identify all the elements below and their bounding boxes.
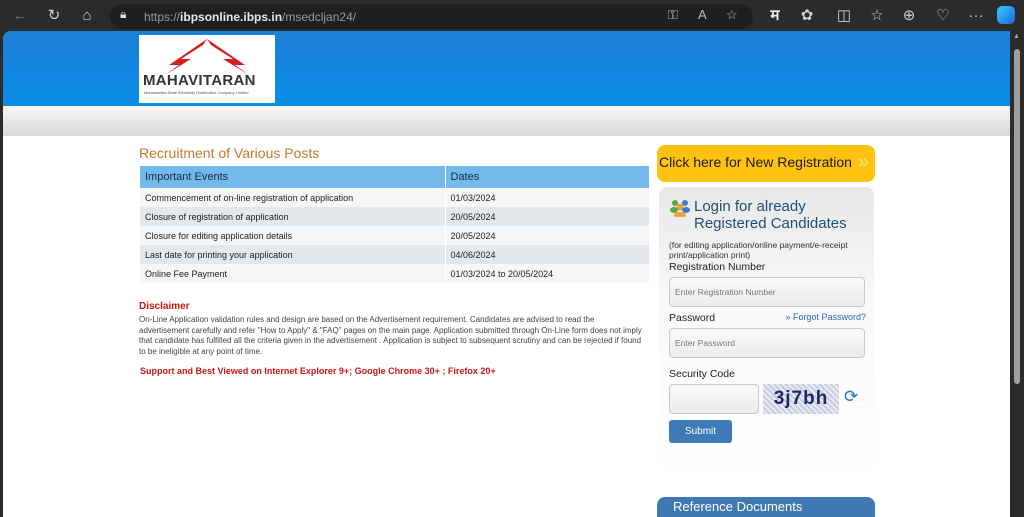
browser-toolbar: ← ↻ ⌂ 🔒︎ https://ibpsonline.ibps.in/msed… <box>0 0 1024 32</box>
date-cell: 04/06/2024 <box>445 245 650 264</box>
password-input[interactable]: Enter Password <box>669 328 865 358</box>
browser-essentials-icon[interactable]: ♡ <box>933 6 953 26</box>
page-title: Recruitment of Various Posts <box>139 145 320 161</box>
login-title: Login for already Registered Candidates <box>694 198 847 232</box>
extensions-icon[interactable]: ✿ <box>797 6 817 26</box>
chevron-right-icon: » <box>857 151 869 173</box>
table-row: Closure for editing application details 2… <box>140 226 650 245</box>
lightning-logo-icon <box>165 39 249 75</box>
date-cell: 01/03/2024 to 20/05/2024 <box>445 264 650 283</box>
event-cell: Last date for printing your application <box>140 245 446 264</box>
event-cell: Online Fee Payment <box>140 264 446 283</box>
column-header-dates: Dates <box>445 166 650 188</box>
users-icon <box>670 200 690 217</box>
logo-name: MAHAVITARAN <box>143 72 256 89</box>
registration-number-label: Registration Number <box>669 261 766 273</box>
favorites-list-icon[interactable]: ☆ <box>867 6 887 26</box>
forgot-password-link[interactable]: » Forgot Password? <box>785 312 866 322</box>
new-registration-button[interactable]: Click here for New Registration » <box>657 145 875 182</box>
reference-documents-header[interactable]: Reference Documents <box>657 497 875 517</box>
nav-bar <box>3 106 1010 136</box>
login-title-line1: Login for already <box>694 198 806 215</box>
new-registration-label: Click here for New Registration <box>659 154 852 170</box>
collections-icon[interactable]: ⊕ <box>899 6 919 26</box>
scroll-up-icon[interactable]: ▲ <box>1013 33 1020 40</box>
login-subtitle: (for editing application/online payment/… <box>669 240 848 260</box>
back-icon[interactable]: ← <box>10 6 30 26</box>
table-row: Last date for printing your application 0… <box>140 245 650 264</box>
login-title-line2: Registered Candidates <box>694 215 847 232</box>
refresh-icon[interactable]: ↻ <box>44 6 64 26</box>
mahavitaran-logo: MAHAVITARAN Maharashtra State Electricit… <box>139 35 275 103</box>
date-cell: 01/03/2024 <box>445 188 650 207</box>
logo-name-part1: MAHA <box>143 72 189 89</box>
page-scrollbar[interactable]: ▲ <box>1010 31 1024 517</box>
captcha-image: 3j7bh <box>763 384 839 414</box>
translate-icon[interactable]: म <box>765 6 785 26</box>
event-cell: Closure of registration of application <box>140 207 446 226</box>
address-bar[interactable]: 🔒︎ https://ibpsonline.ibps.in/msedcljan2… <box>110 4 753 29</box>
lock-icon[interactable]: 🔒︎ <box>120 7 126 22</box>
more-icon[interactable]: ··· <box>966 6 986 26</box>
events-table: Important Events Dates Commencement of o… <box>140 166 650 283</box>
column-header-events: Important Events <box>140 166 446 188</box>
read-aloud-icon[interactable]: A <box>698 7 707 22</box>
submit-button[interactable]: Submit <box>669 420 732 443</box>
security-code-input[interactable] <box>669 384 759 414</box>
refresh-captcha-icon[interactable]: ⟳ <box>844 387 858 407</box>
split-screen-icon[interactable]: ◫ <box>834 6 854 26</box>
registration-number-input[interactable]: Enter Registration Number <box>669 277 865 307</box>
key-icon[interactable]: ⚿ <box>668 7 678 23</box>
scrollbar-thumb[interactable] <box>1014 49 1020 384</box>
home-icon[interactable]: ⌂ <box>77 6 97 26</box>
date-cell: 20/05/2024 <box>445 226 650 245</box>
disclaimer-text: On-Line Application validation rules and… <box>139 315 642 356</box>
url-prefix: https:// <box>144 10 181 24</box>
browser-support-note: Support and Best Viewed on Internet Expl… <box>140 366 496 376</box>
logo-tagline: Maharashtra State Electricity Distributi… <box>144 90 249 95</box>
password-label: Password <box>669 312 716 324</box>
table-header: Important Events Dates <box>140 166 650 188</box>
disclaimer-heading: Disclaimer <box>139 301 190 312</box>
table-row: Online Fee Payment 01/03/2024 to 20/05/20… <box>140 264 650 283</box>
url-text[interactable]: https://ibpsonline.ibps.in/msedcljan24/ <box>144 10 356 24</box>
url-domain: ibpsonline.ibps.in <box>180 10 283 24</box>
table-row: Commencement of on-line registration of … <box>140 188 650 207</box>
table-row: Closure of registration of application 20… <box>140 207 650 226</box>
url-path: /msedcljan24/ <box>282 10 357 24</box>
event-cell: Commencement of on-line registration of … <box>140 188 446 207</box>
event-cell: Closure for editing application details <box>140 226 446 245</box>
copilot-icon[interactable] <box>997 6 1015 24</box>
login-panel: Login for already Registered Candidates (… <box>659 187 874 477</box>
web-page: MAHAVITARAN Maharashtra State Electricit… <box>3 31 1010 517</box>
favorite-icon[interactable]: ☆ <box>726 7 738 23</box>
site-header: MAHAVITARAN Maharashtra State Electricit… <box>3 31 1010 106</box>
security-code-label: Security Code <box>669 368 735 380</box>
date-cell: 20/05/2024 <box>445 207 650 226</box>
logo-name-part2: VITARAN <box>188 72 256 89</box>
